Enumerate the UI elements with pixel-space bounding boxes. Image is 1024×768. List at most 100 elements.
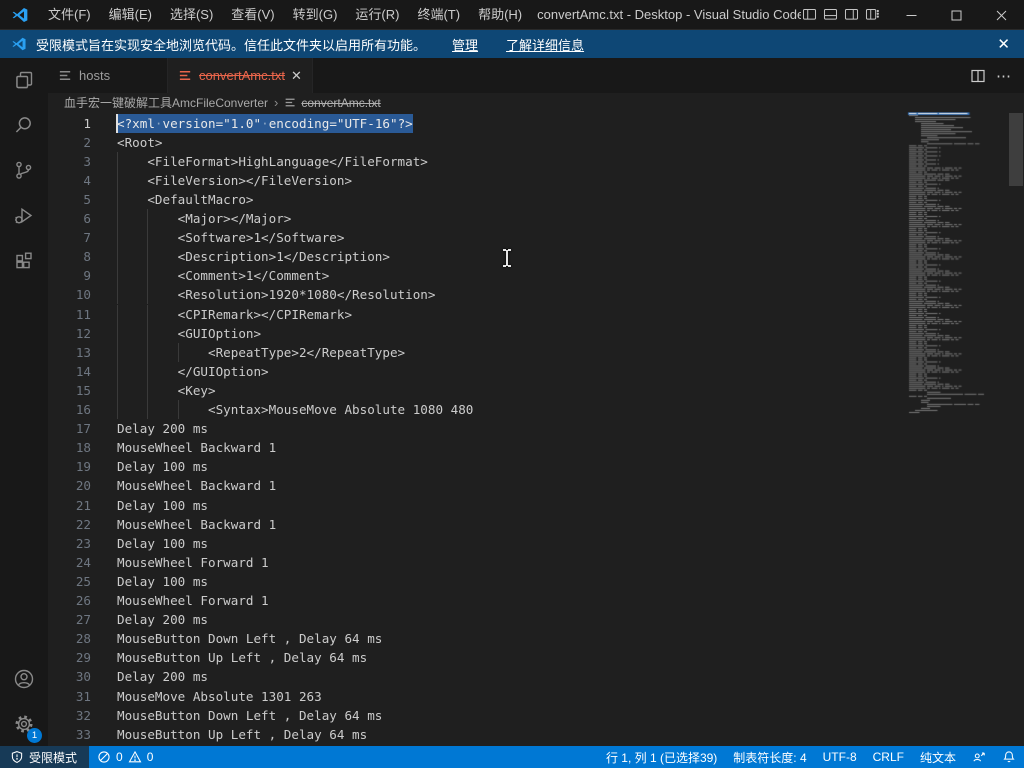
learn-more-link[interactable]: 了解详细信息 <box>506 35 584 54</box>
extensions-icon[interactable] <box>0 238 48 283</box>
code-line: MouseWheel Backward 1 <box>117 515 276 534</box>
editor-row: 28MouseButton Down Left , Delay 64 ms <box>48 629 1024 648</box>
line-number: 19 <box>48 457 91 476</box>
minimap[interactable] <box>905 112 1005 746</box>
notifications-button[interactable] <box>994 746 1024 768</box>
file-icon <box>178 68 193 83</box>
eol-label: CRLF <box>873 750 904 764</box>
menu-item-selection[interactable]: 选择(S) <box>161 0 222 30</box>
cursor-position-status[interactable]: 行 1, 列 1 (已选择39) <box>598 746 725 768</box>
breadcrumb-folder[interactable]: 血手宏一键破解工具AmcFileConverter <box>64 94 268 111</box>
editor-row: 22MouseWheel Backward 1 <box>48 515 1024 534</box>
editor-row: 25Delay 100 ms <box>48 572 1024 591</box>
feedback-button[interactable] <box>964 746 994 768</box>
toggle-secondary-sidebar-icon[interactable] <box>843 6 860 23</box>
split-editor-icon[interactable] <box>970 68 986 84</box>
breadcrumb-file[interactable]: convertAmc.txt <box>301 96 380 110</box>
scrollbar-thumb[interactable] <box>1009 113 1023 186</box>
line-number: 9 <box>48 266 91 285</box>
line-number: 17 <box>48 419 91 438</box>
editor-row: 26MouseWheel Forward 1 <box>48 591 1024 610</box>
minimize-button[interactable] <box>889 0 934 30</box>
code-line: <?xml·version="1.0"·encoding="UTF-16"?> <box>117 114 413 133</box>
status-bar-right: 行 1, 列 1 (已选择39) 制表符长度: 4 UTF-8 CRLF 纯文本 <box>598 746 1024 768</box>
explorer-icon[interactable] <box>0 58 48 103</box>
settings-gear-icon[interactable]: 1 <box>0 701 48 746</box>
code-line: MouseButton Up Left , Delay 64 ms <box>117 725 367 744</box>
language-mode-status[interactable]: 纯文本 <box>912 746 964 768</box>
editor-row: 23Delay 100 ms <box>48 534 1024 553</box>
menu-bar: 文件(F) 编辑(E) 选择(S) 查看(V) 转到(G) 运行(R) 终端(T… <box>39 0 531 29</box>
editor-row: 4 <FileVersion></FileVersion> <box>48 171 1024 190</box>
feedback-icon <box>972 750 986 764</box>
line-number: 6 <box>48 209 91 228</box>
toggle-sidebar-icon[interactable] <box>801 6 818 23</box>
menu-item-go[interactable]: 转到(G) <box>284 0 347 30</box>
code-line: MouseButton Up Left , Delay 64 ms <box>117 648 367 667</box>
menu-item-terminal[interactable]: 终端(T) <box>408 0 469 30</box>
banner-close-icon[interactable]: ✕ <box>997 35 1010 53</box>
editor-row: 2<Root> <box>48 133 1024 152</box>
search-icon[interactable] <box>0 103 48 148</box>
restricted-mode-status[interactable]: 受限模式 <box>0 746 89 768</box>
line-number: 24 <box>48 553 91 572</box>
tab-convertamc[interactable]: convertAmc.txt ✕ <box>168 58 313 93</box>
activity-bar: 1 <box>0 58 48 746</box>
language-mode-label: 纯文本 <box>920 749 956 766</box>
line-number: 1 <box>48 114 91 133</box>
menu-item-view[interactable]: 查看(V) <box>222 0 283 30</box>
source-control-icon[interactable] <box>0 148 48 193</box>
code-line: MouseWheel Forward 1 <box>117 591 269 610</box>
account-icon[interactable] <box>0 656 48 701</box>
menu-item-help[interactable]: 帮助(H) <box>469 0 531 30</box>
line-number: 11 <box>48 305 91 324</box>
editor-row: 27Delay 200 ms <box>48 610 1024 629</box>
run-debug-icon[interactable] <box>0 193 48 238</box>
eol-status[interactable]: CRLF <box>865 746 912 768</box>
editor-row: 3 <FileFormat>HighLanguage</FileFormat> <box>48 152 1024 171</box>
code-line: MouseWheel Backward 1 <box>117 476 276 495</box>
menu-item-run[interactable]: 运行(R) <box>346 0 408 30</box>
problems-indicator[interactable]: 0 0 <box>89 746 161 768</box>
menu-item-file[interactable]: 文件(F) <box>39 0 100 30</box>
close-window-button[interactable] <box>979 0 1024 30</box>
encoding-status[interactable]: UTF-8 <box>815 746 865 768</box>
code-line: </GUIOption> <box>117 362 269 381</box>
editor-row: 8 <Description>1</Description> <box>48 247 1024 266</box>
code-line: <Syntax>MouseMove Absolute 1080 480 <box>117 400 473 419</box>
customize-layout-icon[interactable] <box>864 6 881 23</box>
line-number: 3 <box>48 152 91 171</box>
code-line: Delay 100 ms <box>117 534 208 553</box>
close-tab-icon[interactable]: ✕ <box>291 67 302 85</box>
more-actions-icon[interactable]: ⋯ <box>996 67 1012 85</box>
editor-group: hosts convertAmc.txt ✕ ⋯ 血手宏一键破解工具AmcFil… <box>48 58 1024 746</box>
banner-message: 受限模式旨在实现安全地浏览代码。信任此文件夹以启用所有功能。 <box>36 35 426 54</box>
editor-row: 14 </GUIOption> <box>48 362 1024 381</box>
line-number: 32 <box>48 706 91 725</box>
file-icon <box>58 68 73 83</box>
shield-icon <box>10 750 24 764</box>
maximize-icon <box>951 10 962 21</box>
line-number: 12 <box>48 324 91 343</box>
code-line: Delay 100 ms <box>117 496 208 515</box>
tab-size-status[interactable]: 制表符长度: 4 <box>725 746 814 768</box>
menu-item-edit[interactable]: 编辑(E) <box>100 0 161 30</box>
vscode-logo-icon <box>11 36 27 52</box>
code-line: MouseWheel Backward 1 <box>117 438 276 457</box>
line-number: 15 <box>48 381 91 400</box>
title-bar: 文件(F) 编辑(E) 选择(S) 查看(V) 转到(G) 运行(R) 终端(T… <box>0 0 1024 30</box>
line-number: 34 <box>48 744 91 746</box>
code-editor[interactable]: 1 <?xml·version="1.0"·encoding="UTF-16"?>… <box>48 112 1024 746</box>
code-line: <RepeatType>2</RepeatType> <box>117 343 405 362</box>
cursor-position-label: 行 1, 列 1 (已选择39) <box>606 749 717 766</box>
code-line: <Resolution>1920*1080</Resolution> <box>117 285 435 304</box>
editor-row: 24MouseWheel Forward 1 <box>48 553 1024 572</box>
manage-link[interactable]: 管理 <box>452 35 478 54</box>
tab-hosts[interactable]: hosts <box>48 58 168 93</box>
editor-row: 5 <DefaultMacro> <box>48 190 1024 209</box>
chevron-right-icon: › <box>274 95 278 110</box>
code-line: Delay 200 ms <box>117 667 208 686</box>
maximize-button[interactable] <box>934 0 979 30</box>
breadcrumb: 血手宏一键破解工具AmcFileConverter › convertAmc.t… <box>48 93 1024 112</box>
toggle-panel-icon[interactable] <box>822 6 839 23</box>
